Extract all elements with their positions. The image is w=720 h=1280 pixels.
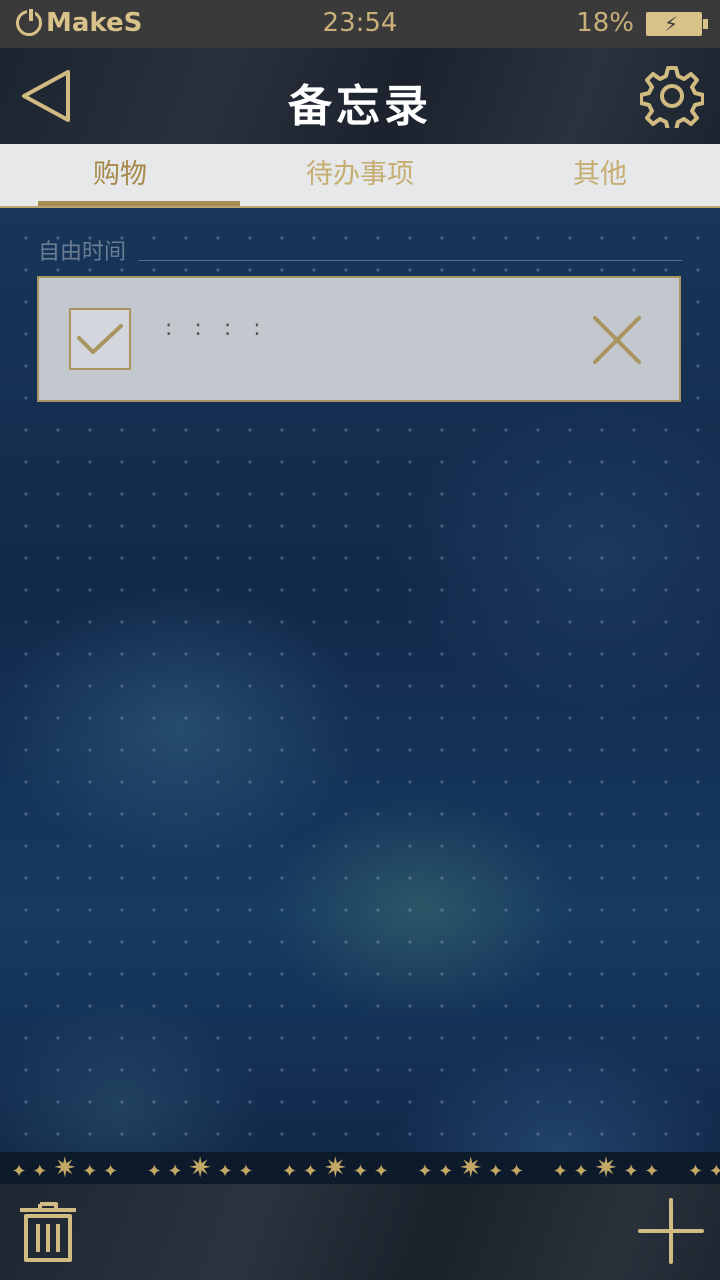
decorative-star-border: ✦ ✦ ✷ ✦ ✦ ✦ ✦ ✷ ✦ ✦ ✦ ✦ ✷ ✦ ✦ ✦ ✦ ✷ ✦ ✦ … <box>0 1152 720 1184</box>
trash-icon <box>20 1202 76 1262</box>
plus-icon <box>638 1198 704 1264</box>
memo-checkbox[interactable] <box>69 308 131 370</box>
section-divider <box>138 260 682 261</box>
memo-text[interactable]: :::: <box>165 316 283 341</box>
category-tabs: 购物 待办事项 其他 <box>0 144 720 208</box>
bottom-toolbar <box>0 1184 720 1280</box>
tab-shopping[interactable]: 购物 <box>0 144 240 206</box>
battery-percent: 18% <box>576 8 634 38</box>
app-header: 备忘录 <box>0 48 720 144</box>
gear-icon <box>639 66 705 132</box>
memo-item[interactable]: :::: <box>37 276 681 402</box>
delete-memo-button[interactable] <box>591 314 643 366</box>
settings-button[interactable] <box>639 64 705 132</box>
tab-todo[interactable]: 待办事项 <box>240 144 480 206</box>
add-memo-button[interactable] <box>638 1198 704 1264</box>
page-title: 备忘录 <box>288 81 432 132</box>
section-label: 自由时间 <box>38 240 127 265</box>
checkmark-icon <box>77 324 123 354</box>
status-bar: MakeS 23:54 18% ⚡ <box>0 0 720 49</box>
battery-charging-icon: ⚡ <box>646 12 708 36</box>
tab-other[interactable]: 其他 <box>480 144 720 206</box>
delete-all-button[interactable] <box>18 1198 78 1264</box>
close-icon <box>593 316 641 364</box>
